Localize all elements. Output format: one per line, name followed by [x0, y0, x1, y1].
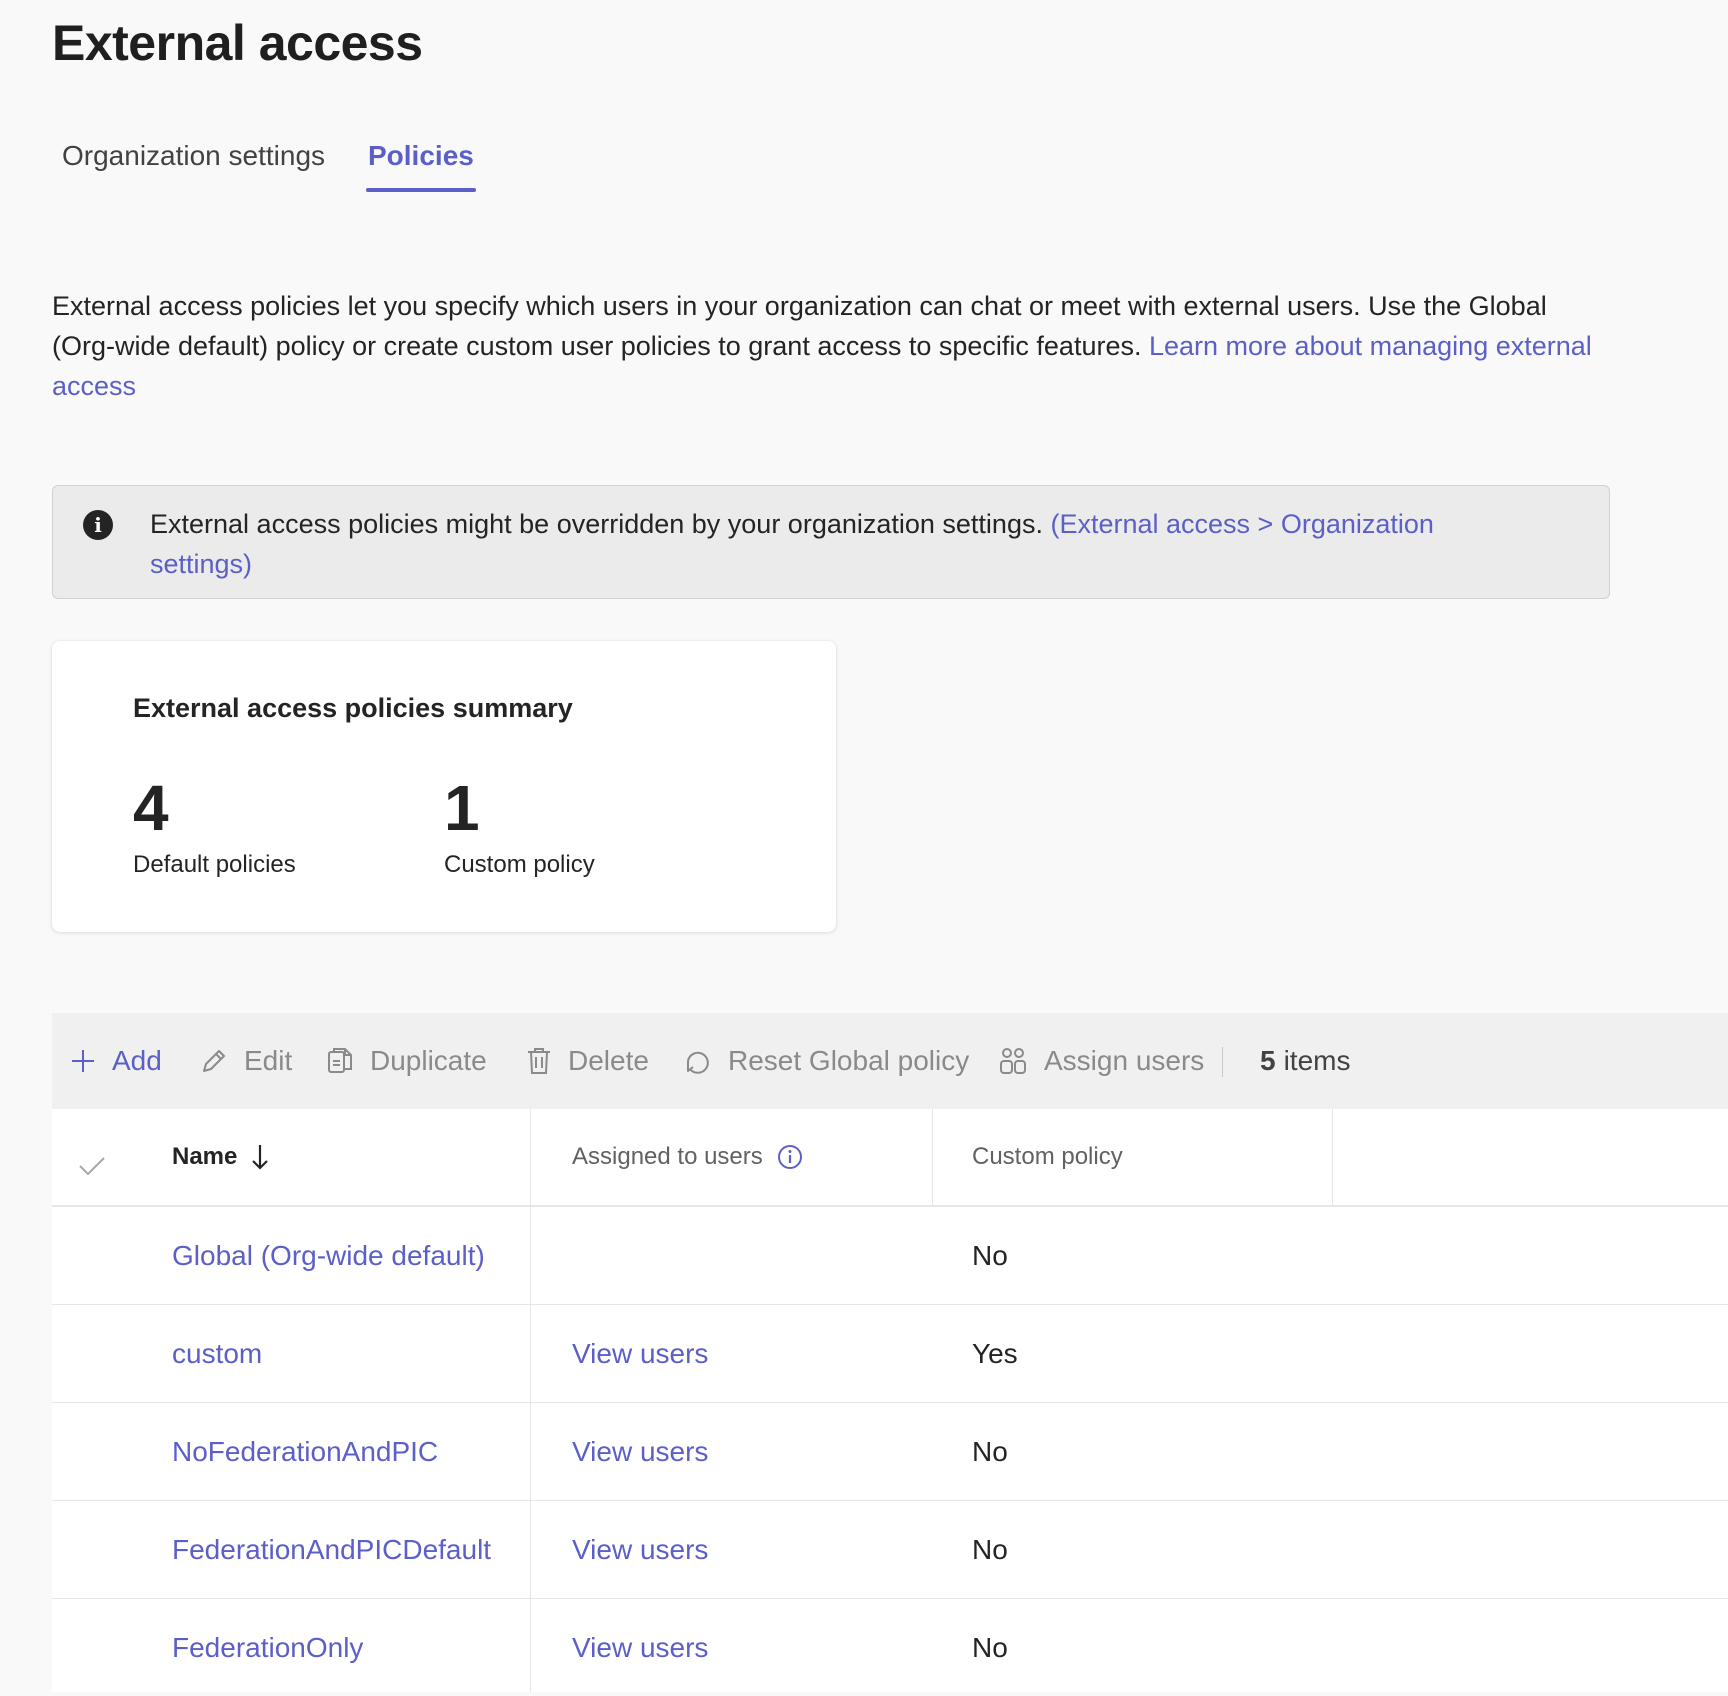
- custom-policy-value: No: [972, 1533, 1008, 1565]
- policy-name-link[interactable]: Global (Org-wide default): [172, 1207, 485, 1304]
- reset-label: Reset Global policy: [728, 1045, 970, 1076]
- view-users-link[interactable]: View users: [572, 1403, 708, 1500]
- table-row[interactable]: FederationOnly View users No: [52, 1599, 1728, 1696]
- people-icon: [1000, 1048, 1026, 1074]
- banner-message: External access policies might be overri…: [150, 509, 1043, 539]
- command-bar: Add Edit Duplicate Delete Reset Global p…: [52, 1013, 1728, 1109]
- column-header-assigned[interactable]: Assigned to users: [572, 1109, 803, 1205]
- item-count-suffix: items: [1283, 1045, 1351, 1076]
- add-button[interactable]: Add: [70, 1013, 162, 1109]
- tab-organization-settings[interactable]: Organization settings: [62, 140, 325, 192]
- table-header: Name Assigned to users Custom policy: [52, 1109, 1728, 1207]
- view-users-link[interactable]: View users: [572, 1501, 708, 1598]
- duplicate-button[interactable]: Duplicate: [326, 1013, 487, 1109]
- default-policies-label: Default policies: [133, 851, 296, 878]
- delete-label: Delete: [568, 1045, 649, 1076]
- custom-policy-label: Custom policy: [444, 851, 595, 878]
- toolbar-divider: [1222, 1047, 1223, 1077]
- custom-policy-stat: 1 Custom policy: [444, 773, 595, 879]
- delete-button[interactable]: Delete: [526, 1013, 649, 1109]
- policy-name-link[interactable]: custom: [172, 1305, 262, 1402]
- reset-icon: [687, 1051, 709, 1074]
- intro-text: External access policies let you specify…: [52, 286, 1612, 406]
- view-users-link[interactable]: View users: [572, 1305, 708, 1402]
- table-row[interactable]: NoFederationAndPIC View users No: [52, 1403, 1728, 1501]
- pencil-icon: [203, 1050, 225, 1072]
- column-assigned-label: Assigned to users: [572, 1143, 763, 1170]
- policy-name-link[interactable]: FederationAndPICDefault: [172, 1501, 491, 1598]
- table-row[interactable]: Global (Org-wide default) No: [52, 1207, 1728, 1305]
- custom-policy-value: Yes: [972, 1337, 1018, 1369]
- item-count: 5 items: [1260, 1013, 1350, 1109]
- info-circle-icon[interactable]: [777, 1144, 803, 1170]
- duplicate-label: Duplicate: [370, 1045, 487, 1076]
- info-icon: i: [83, 510, 113, 540]
- page-title: External access: [52, 15, 423, 71]
- tab-policies[interactable]: Policies: [366, 140, 476, 192]
- item-count-number: 5: [1260, 1045, 1276, 1076]
- add-label: Add: [112, 1045, 162, 1076]
- summary-title: External access policies summary: [133, 693, 573, 723]
- default-policies-count: 4: [133, 772, 169, 844]
- table-row[interactable]: custom View users Yes: [52, 1305, 1728, 1403]
- policies-table: Name Assigned to users Custom policy Glo…: [52, 1109, 1728, 1692]
- column-header-custom-policy[interactable]: Custom policy: [972, 1109, 1123, 1205]
- policies-summary-card: External access policies summary 4 Defau…: [52, 641, 836, 932]
- assign-users-button[interactable]: Assign users: [998, 1013, 1204, 1109]
- reset-global-policy-button[interactable]: Reset Global policy: [684, 1013, 969, 1109]
- custom-policy-value: No: [972, 1631, 1008, 1663]
- policy-name-link[interactable]: NoFederationAndPIC: [172, 1403, 438, 1500]
- policy-name-link[interactable]: FederationOnly: [172, 1599, 363, 1696]
- view-users-link[interactable]: View users: [572, 1599, 708, 1696]
- custom-policy-value: No: [972, 1435, 1008, 1467]
- copy-icon: [328, 1048, 352, 1073]
- select-all-checkmark-icon[interactable]: [78, 1155, 106, 1177]
- banner-text: External access policies might be overri…: [150, 504, 1530, 584]
- column-name-label: Name: [172, 1143, 238, 1170]
- info-banner: i External access policies might be over…: [52, 485, 1610, 599]
- default-policies-stat: 4 Default policies: [133, 773, 296, 879]
- assign-users-label: Assign users: [1044, 1045, 1205, 1076]
- custom-policy-count: 1: [444, 772, 480, 844]
- plus-icon: [72, 1050, 94, 1072]
- trash-icon: [528, 1048, 550, 1074]
- column-header-name[interactable]: Name: [172, 1109, 269, 1205]
- custom-policy-value: No: [972, 1239, 1008, 1271]
- sort-descending-icon: [252, 1145, 269, 1170]
- table-row[interactable]: FederationAndPICDefault View users No: [52, 1501, 1728, 1599]
- edit-button[interactable]: Edit: [200, 1013, 292, 1109]
- edit-label: Edit: [244, 1045, 293, 1076]
